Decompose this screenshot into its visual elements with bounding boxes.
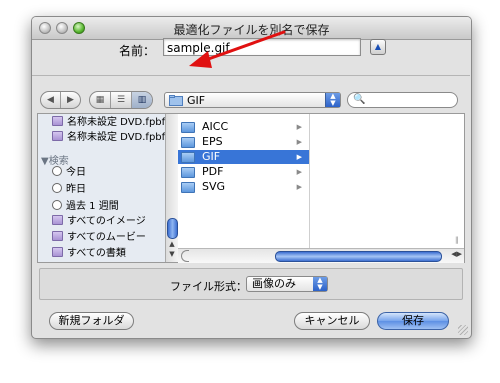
file-format-value: 画像のみ bbox=[252, 277, 296, 290]
save-button[interactable]: 保存 bbox=[377, 312, 449, 330]
file-name-label: 名前： bbox=[118, 44, 155, 58]
cancel-button[interactable]: キャンセル bbox=[294, 312, 370, 330]
triangle-right-icon: ▶ bbox=[67, 95, 74, 105]
scroll-arrows-icon[interactable]: ▲ ▼ bbox=[166, 239, 178, 259]
list-icon: ☰ bbox=[116, 95, 126, 105]
triangle-up-icon: ▲ bbox=[374, 42, 382, 51]
smart-folder-icon bbox=[52, 247, 63, 257]
contents-column: ‖ bbox=[310, 114, 463, 248]
clock-icon bbox=[52, 166, 62, 176]
folder-icon bbox=[52, 131, 63, 141]
sidebar-item-today[interactable]: 今日 bbox=[52, 166, 86, 180]
disclosure-arrow-icon: ▶ bbox=[296, 183, 302, 191]
file-format-label: ファイル形式： bbox=[170, 280, 247, 293]
search-icon: 🔍 bbox=[353, 94, 366, 105]
file-format-popup[interactable]: 画像のみ ▲ ▼ bbox=[246, 276, 328, 292]
location-value: GIF bbox=[187, 94, 206, 107]
sidebar-item-yesterday[interactable]: 昨日 bbox=[52, 183, 86, 197]
folder-icon bbox=[181, 137, 195, 148]
smart-folder-icon bbox=[52, 215, 63, 225]
scroll-arrows-icon[interactable]: ◀▶ bbox=[451, 250, 462, 258]
folder-icon bbox=[181, 182, 195, 193]
list-view-button[interactable]: ☰ bbox=[110, 92, 131, 108]
resize-grip-icon[interactable] bbox=[458, 325, 468, 335]
triangle-down-icon: ▼ bbox=[41, 156, 49, 167]
expand-dialog-button[interactable]: ▲ bbox=[370, 39, 386, 55]
triangle-left-icon: ◀ bbox=[47, 95, 54, 105]
sidebar: 名称未設定 DVD.fpbf 名称未設定 DVD.fpbf ▼検索 今日 昨日 … bbox=[38, 114, 166, 262]
columns-icon: ▥ bbox=[137, 95, 147, 105]
folder-icon bbox=[181, 122, 195, 133]
back-forward-control: ◀ ▶ bbox=[40, 91, 81, 109]
sidebar-item-all-images[interactable]: すべてのイメージ bbox=[52, 215, 146, 229]
sidebar-section-search[interactable]: ▼検索 bbox=[41, 152, 69, 167]
popup-stepper-icon: ▲ ▼ bbox=[325, 93, 340, 107]
folder-icon bbox=[181, 167, 195, 178]
clock-icon bbox=[52, 183, 62, 193]
smart-folder-icon bbox=[52, 231, 63, 241]
icon-view-button[interactable]: ▦ bbox=[90, 92, 110, 108]
folder-row-eps[interactable]: EPS ▶ bbox=[178, 135, 309, 149]
column-view-button[interactable]: ▥ bbox=[131, 92, 152, 108]
sidebar-item-past-week[interactable]: 過去 1 週間 bbox=[52, 200, 119, 214]
search-field[interactable]: 🔍 bbox=[347, 92, 458, 108]
folder-row-gif[interactable]: GIF ▶ bbox=[178, 150, 309, 164]
new-folder-button[interactable]: 新規フォルダ bbox=[49, 312, 134, 330]
sidebar-scroll-thumb[interactable] bbox=[167, 218, 178, 239]
clock-icon bbox=[52, 200, 62, 210]
grid-icon: ▦ bbox=[95, 95, 105, 105]
popup-stepper-icon: ▲ ▼ bbox=[313, 277, 327, 291]
sidebar-item-dvd-1[interactable]: 名称未設定 DVD.fpbf bbox=[52, 116, 165, 130]
folder-icon bbox=[52, 116, 63, 126]
horizontal-scrollbar[interactable]: ◀▶ bbox=[178, 248, 464, 263]
disclosure-arrow-icon: ▶ bbox=[296, 138, 302, 146]
column-resize-handle[interactable]: ‖ bbox=[455, 236, 459, 244]
folder-row-pdf[interactable]: PDF ▶ bbox=[178, 165, 309, 179]
location-popup[interactable]: GIF ▲ ▼ bbox=[164, 92, 341, 108]
sidebar-item-all-documents[interactable]: すべての書類 bbox=[52, 247, 126, 261]
horizontal-scroll-thumb[interactable] bbox=[275, 251, 442, 262]
sidebar-item-all-movies[interactable]: すべてのムービー bbox=[52, 231, 146, 245]
folder-row-svg[interactable]: SVG ▶ bbox=[178, 180, 309, 194]
folder-icon bbox=[169, 95, 183, 106]
disclosure-arrow-icon: ▶ bbox=[296, 123, 302, 131]
disclosure-arrow-icon: ▶ bbox=[296, 168, 302, 176]
folder-column: AICC ▶ EPS ▶ GIF ▶ PDF ▶ SVG ▶ ‖ bbox=[178, 114, 316, 248]
forward-button[interactable]: ▶ bbox=[60, 92, 80, 108]
disclosure-arrow-icon: ▶ bbox=[296, 153, 302, 161]
divider bbox=[32, 75, 470, 76]
folder-icon bbox=[181, 152, 195, 163]
back-button[interactable]: ◀ bbox=[41, 92, 60, 108]
annotation-arrow-icon bbox=[189, 30, 286, 68]
folder-row-aicc[interactable]: AICC ▶ bbox=[178, 120, 309, 134]
view-mode-control: ▦ ☰ ▥ bbox=[89, 91, 153, 109]
file-browser: 名称未設定 DVD.fpbf 名称未設定 DVD.fpbf ▼検索 今日 昨日 … bbox=[37, 113, 465, 263]
sidebar-item-dvd-2[interactable]: 名称未設定 DVD.fpbf bbox=[52, 131, 165, 145]
scroll-cap-icon bbox=[181, 250, 189, 262]
